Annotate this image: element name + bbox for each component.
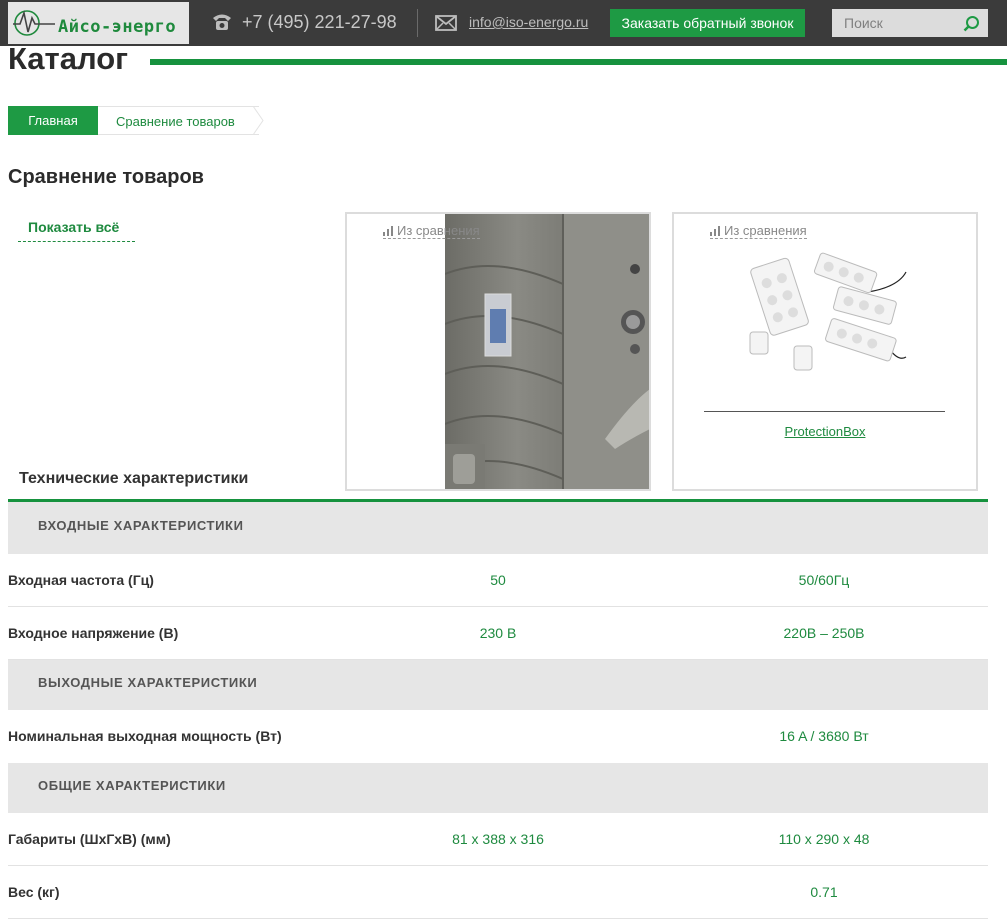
search-input[interactable] bbox=[832, 9, 958, 37]
remove-from-compare-2[interactable]: Из сравнения bbox=[710, 224, 807, 239]
search-box bbox=[832, 9, 988, 37]
table-row: Габариты (ШхГхВ) (мм) 81 x 388 x 316 110… bbox=[8, 813, 988, 866]
row-value-2: 110 x 290 x 48 bbox=[778, 831, 870, 847]
row-label: Номинальная выходная мощность (Вт) bbox=[8, 728, 282, 744]
phone-icon bbox=[213, 14, 231, 30]
protectionbox-product-image[interactable] bbox=[748, 252, 908, 382]
product-card-2: Из сравнения ProtectionBox bbox=[672, 212, 978, 491]
tech-specs-title: Технические характеристики bbox=[19, 470, 249, 487]
row-value-2: 0.71 bbox=[810, 884, 838, 900]
logo-text: Айсо-энерго bbox=[58, 17, 177, 37]
logo-wave-icon bbox=[13, 10, 55, 36]
row-value-2: 50/60Гц bbox=[798, 572, 850, 588]
catalog-title: Каталог bbox=[8, 41, 129, 76]
ups-product-image[interactable] bbox=[445, 214, 651, 491]
product-name-link[interactable]: ProtectionBox bbox=[674, 424, 976, 439]
table-row: Входная частота (Гц) 50 50/60Гц bbox=[8, 554, 988, 607]
breadcrumb-current: Сравнение товаров bbox=[98, 106, 259, 135]
header-divider bbox=[417, 9, 418, 37]
row-label: Вес (кг) bbox=[8, 884, 60, 900]
row-label: Входная частота (Гц) bbox=[8, 572, 154, 588]
breadcrumb-chevron-icon bbox=[253, 106, 264, 135]
search-icon[interactable] bbox=[963, 15, 980, 32]
row-value-2: 16 A / 3680 Вт bbox=[779, 728, 869, 744]
product-divider bbox=[704, 411, 945, 412]
compare-bars-icon bbox=[383, 226, 393, 236]
product-card-1: Из сравнения bbox=[345, 212, 651, 491]
catalog-title-underline bbox=[150, 59, 1007, 65]
page-title: Сравнение товаров bbox=[8, 166, 204, 188]
section-header: ОБЩИЕ ХАРАКТЕРИСТИКИ bbox=[8, 763, 988, 813]
table-row: Входное напряжение (В) 230 В 220В – 250В bbox=[8, 607, 988, 660]
callback-button[interactable]: Заказать обратный звонок bbox=[610, 9, 805, 37]
mail-icon bbox=[435, 15, 457, 31]
row-label: Габариты (ШхГхВ) (мм) bbox=[8, 831, 171, 847]
header-phone[interactable]: +7 (495) 221-27-98 bbox=[242, 12, 397, 33]
table-row: Вес (кг) 0.71 bbox=[8, 866, 988, 919]
row-value-1: 230 В bbox=[479, 625, 517, 641]
section-title: ВЫХОДНЫЕ ХАРАКТЕРИСТИКИ bbox=[38, 675, 258, 690]
remove-label: Из сравнения bbox=[724, 223, 807, 238]
table-row: Номинальная выходная мощность (Вт) 16 A … bbox=[8, 710, 988, 763]
remove-from-compare-1[interactable]: Из сравнения bbox=[383, 224, 480, 239]
section-header: ВЫХОДНЫЕ ХАРАКТЕРИСТИКИ bbox=[8, 660, 988, 710]
section-title: ОБЩИЕ ХАРАКТЕРИСТИКИ bbox=[38, 778, 226, 793]
row-value-1: 81 x 388 x 316 bbox=[452, 831, 544, 847]
top-bar: Айсо-энерго +7 (495) 221-27-98 info@iso-… bbox=[0, 0, 1007, 46]
row-value-1: 50 bbox=[490, 572, 506, 588]
section-title: ВХОДНЫЕ ХАРАКТЕРИСТИКИ bbox=[38, 518, 244, 533]
remove-label: Из сравнения bbox=[397, 223, 480, 238]
section-header: ВХОДНЫЕ ХАРАКТЕРИСТИКИ bbox=[8, 502, 988, 554]
row-value-2: 220В – 250В bbox=[783, 625, 865, 641]
compare-bars-icon bbox=[710, 226, 720, 236]
show-all-button[interactable]: Показать всё bbox=[18, 216, 135, 242]
logo[interactable]: Айсо-энерго bbox=[8, 2, 189, 44]
breadcrumb-home[interactable]: Главная bbox=[8, 106, 98, 135]
row-label: Входное напряжение (В) bbox=[8, 625, 179, 641]
header-email-link[interactable]: info@iso-energo.ru bbox=[469, 14, 588, 30]
